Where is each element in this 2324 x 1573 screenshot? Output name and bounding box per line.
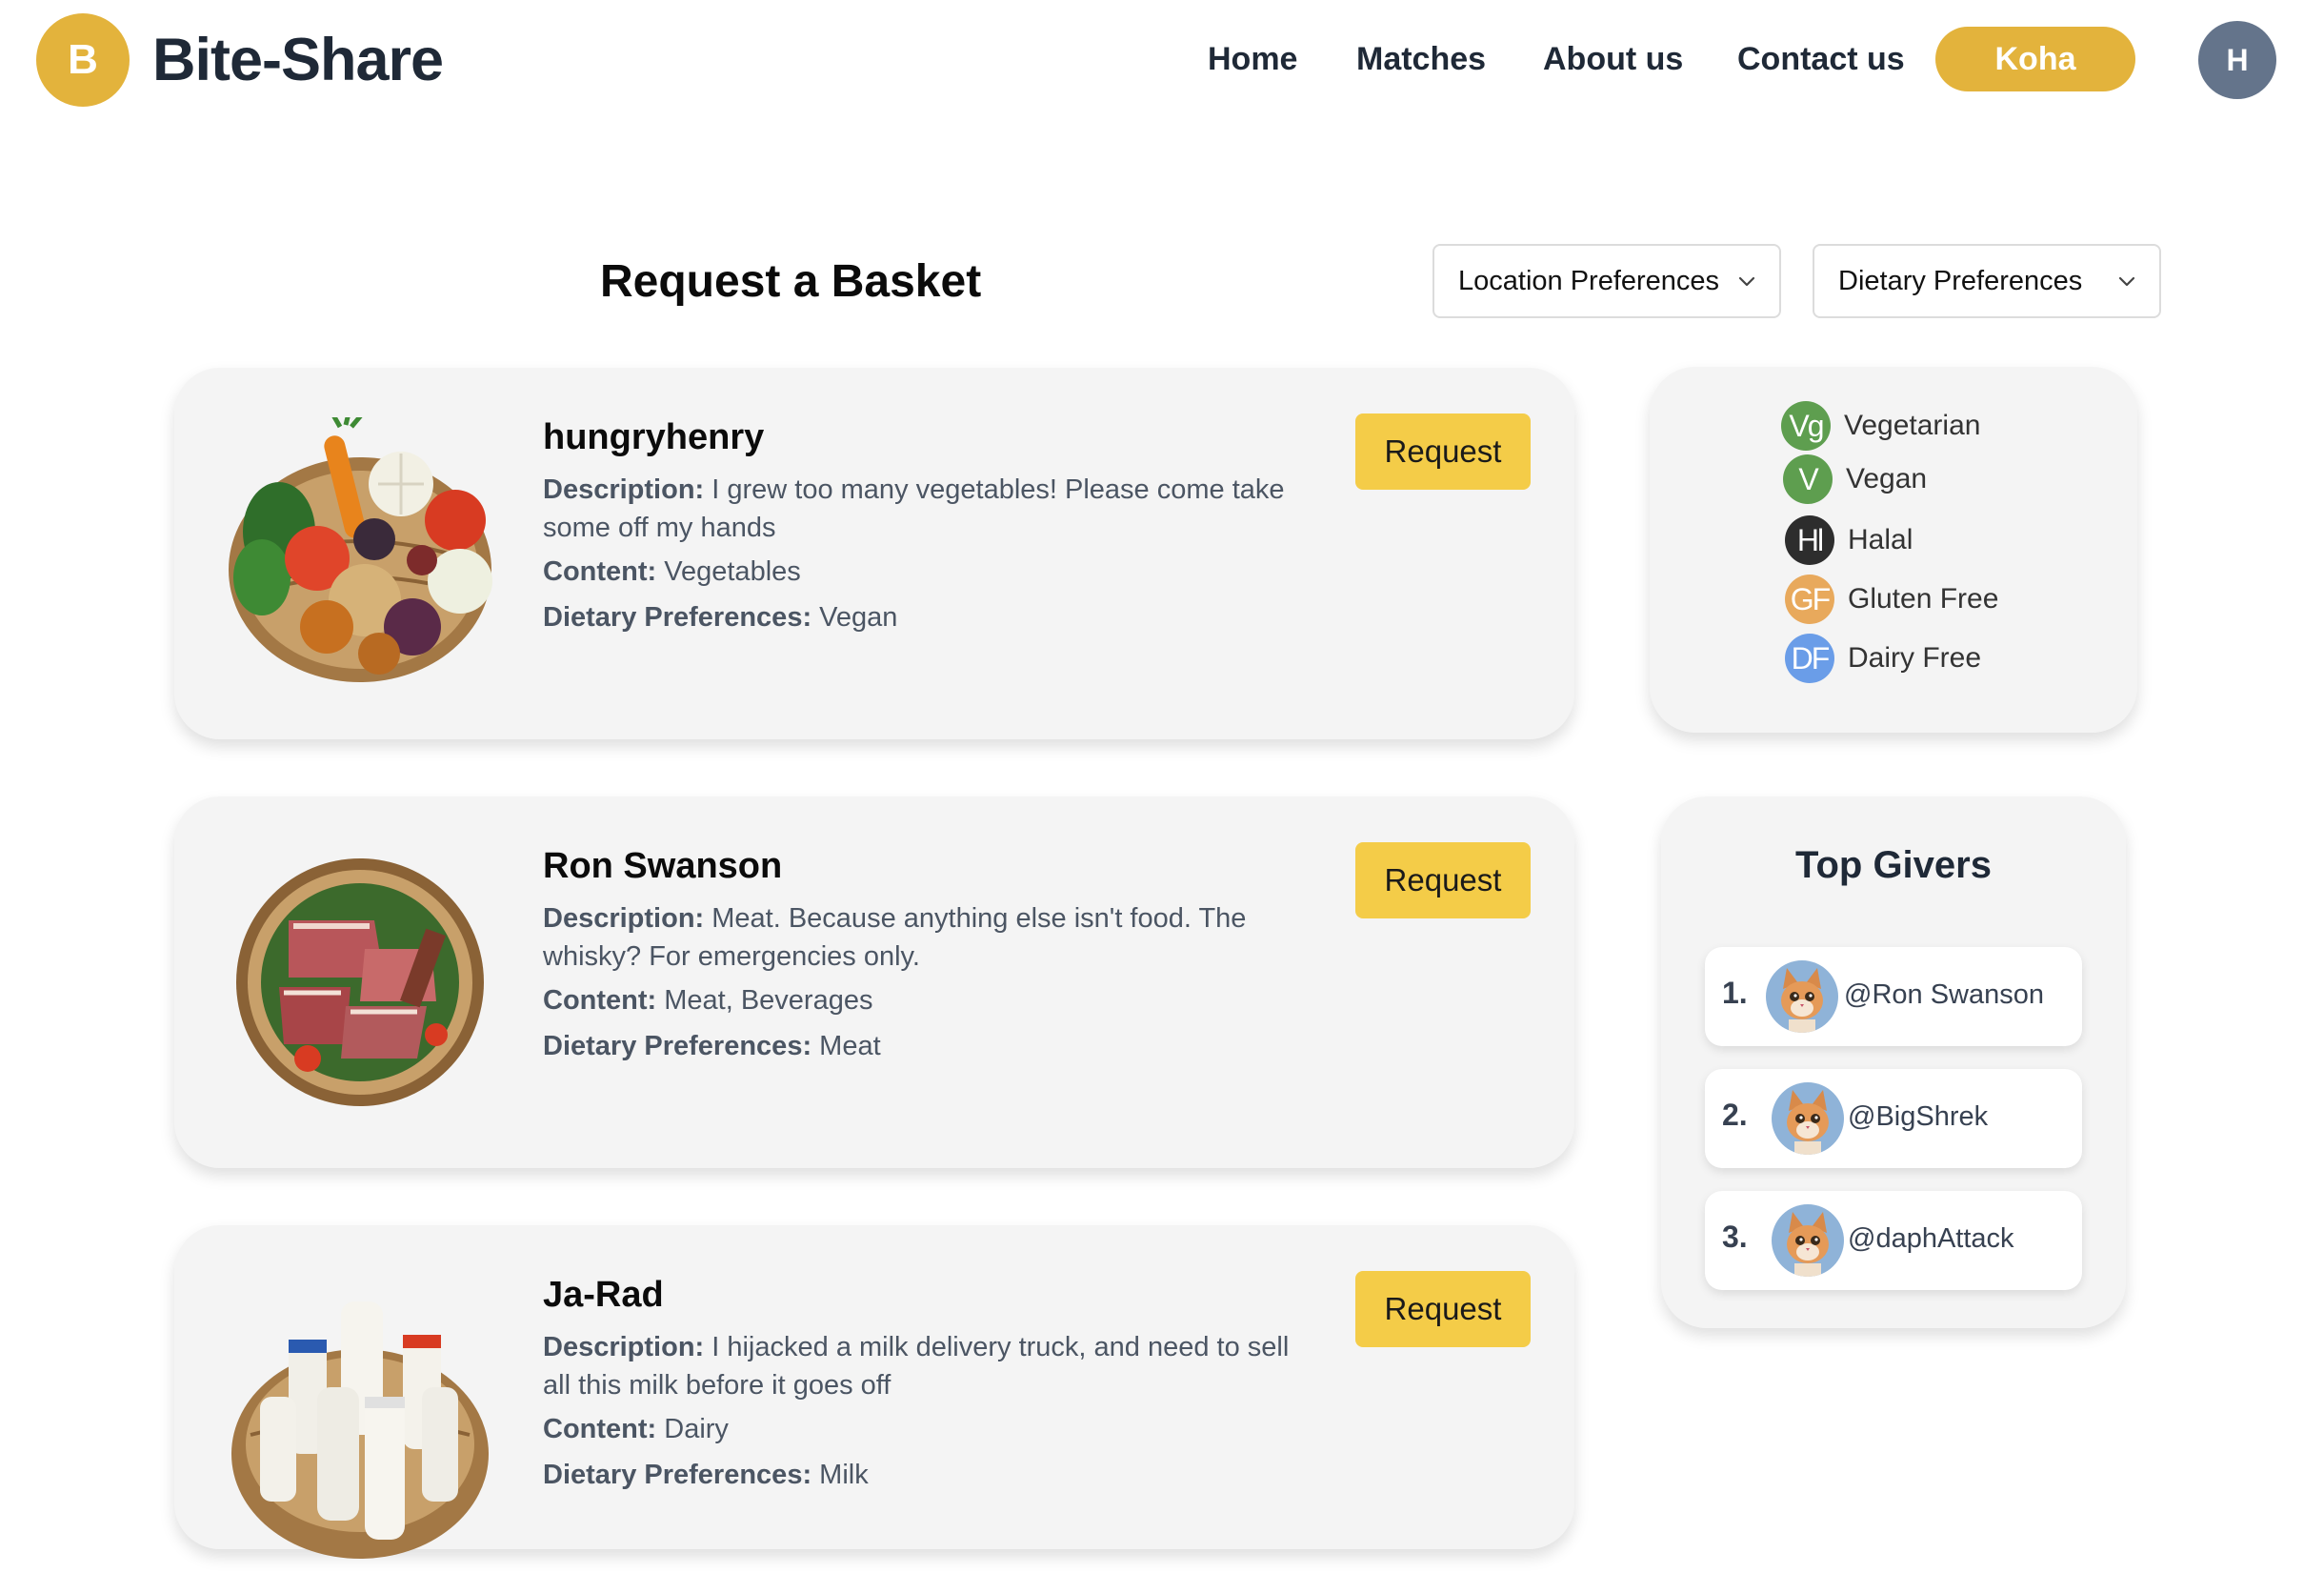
dietary-label: Dietary Preferences: [543, 1031, 812, 1061]
page-title: Request a Basket [600, 256, 982, 307]
dietary-value: Meat [819, 1031, 881, 1061]
top-givers-panel: Top Givers 1. @Ron Swanson 2. @BigShrek … [1661, 797, 2126, 1328]
basket-owner-name: hungryhenry [543, 417, 765, 457]
basket-dietary: Dietary Preferences: Vegan [543, 602, 897, 634]
giver-handle: @daphAttack [1848, 1223, 2014, 1254]
halal-badge-icon: Hl [1785, 515, 1834, 565]
description-label: Description: [543, 474, 705, 505]
brand-name[interactable]: Bite-Share [152, 25, 444, 95]
basket-owner-name: Ja-Rad [543, 1275, 664, 1315]
user-avatar[interactable]: H [2198, 21, 2276, 99]
dietary-label: Dietary Preferences: [543, 1460, 812, 1490]
nav-home[interactable]: Home [1208, 38, 1297, 80]
giver-rank: 2. [1722, 1098, 1748, 1132]
basket-description: Description: I hijacked a milk delivery … [543, 1328, 1324, 1404]
legend-item-vegan: V Vegan [1783, 454, 1927, 504]
basket-dietary: Dietary Preferences: Milk [543, 1460, 869, 1491]
chevron-down-icon [2115, 270, 2138, 292]
content-value: Meat, Beverages [664, 985, 873, 1016]
description-label: Description: [543, 1332, 705, 1362]
location-preferences-label: Location Preferences [1458, 265, 1720, 296]
legend-label: Halal [1848, 524, 1913, 555]
top-giver-item[interactable]: 3. @daphAttack [1705, 1191, 2082, 1290]
vegetarian-badge-icon: Vg [1781, 401, 1831, 451]
dietary-preferences-dropdown[interactable]: Dietary Preferences [1813, 244, 2161, 318]
top-giver-item[interactable]: 1. @Ron Swanson [1705, 947, 2082, 1046]
koha-button[interactable]: Koha [1935, 27, 2135, 91]
request-button[interactable]: Request [1355, 842, 1531, 918]
cat-avatar-icon [1772, 1204, 1844, 1277]
dietary-preferences-label: Dietary Preferences [1838, 265, 2083, 296]
dietary-value: Milk [819, 1460, 869, 1490]
giver-handle: @Ron Swanson [1844, 979, 2044, 1010]
dietary-label: Dietary Preferences: [543, 602, 812, 633]
basket-card: hungryhenry Description: I grew too many… [174, 368, 1574, 739]
content-label: Content: [543, 1414, 657, 1444]
top-giver-item[interactable]: 2. @BigShrek [1705, 1069, 2082, 1168]
basket-description: Description: Meat. Because anything else… [543, 899, 1324, 976]
request-button[interactable]: Request [1355, 1271, 1531, 1347]
legend-item-gluten-free: GF Gluten Free [1785, 575, 1998, 624]
basket-content: Content: Meat, Beverages [543, 985, 872, 1017]
basket-card: Ja-Rad Description: I hijacked a milk de… [174, 1225, 1574, 1559]
gluten-free-badge-icon: GF [1785, 575, 1834, 624]
basket-card: Ron Swanson Description: Meat. Because a… [174, 797, 1574, 1168]
description-label: Description: [543, 903, 705, 934]
nav-matches[interactable]: Matches [1356, 38, 1486, 80]
cat-avatar-icon [1766, 960, 1838, 1033]
basket-description: Description: I grew too many vegetables!… [543, 471, 1324, 547]
chevron-down-icon [1735, 270, 1758, 292]
content-label: Content: [543, 556, 657, 587]
legend-item-halal: Hl Halal [1785, 515, 1913, 565]
legend-label: Gluten Free [1848, 583, 1999, 615]
legend-item-vegetarian: Vg Vegetarian [1781, 401, 1980, 451]
basket-content: Content: Vegetables [543, 556, 801, 588]
location-preferences-dropdown[interactable]: Location Preferences [1432, 244, 1781, 318]
basket-dietary: Dietary Preferences: Meat [543, 1031, 881, 1062]
giver-rank: 3. [1722, 1220, 1748, 1254]
milk-basket-image [222, 1292, 498, 1568]
vegan-badge-icon: V [1783, 454, 1833, 504]
basket-owner-name: Ron Swanson [543, 846, 783, 886]
content-value: Vegetables [664, 556, 801, 587]
vegetable-basket-image [222, 409, 498, 694]
giver-handle: @BigShrek [1848, 1101, 1989, 1132]
legend-label: Vegan [1846, 463, 1928, 494]
request-button[interactable]: Request [1355, 413, 1531, 490]
meat-basket-image [222, 844, 498, 1120]
dietary-value: Vegan [819, 602, 898, 633]
basket-content: Content: Dairy [543, 1414, 729, 1445]
giver-rank: 1. [1722, 976, 1748, 1010]
cat-avatar-icon [1772, 1082, 1844, 1155]
top-givers-title: Top Givers [1795, 844, 1992, 886]
nav-about-us[interactable]: About us [1543, 38, 1683, 80]
dairy-free-badge-icon: DF [1785, 634, 1834, 683]
nav-contact-us[interactable]: Contact us [1737, 38, 1905, 80]
content-value: Dairy [664, 1414, 729, 1444]
dietary-legend: Vg Vegetarian V Vegan Hl Halal GF Gluten… [1650, 367, 2137, 733]
legend-label: Vegetarian [1844, 410, 1981, 441]
content-label: Content: [543, 985, 657, 1016]
logo-badge[interactable]: B [36, 13, 130, 107]
legend-item-dairy-free: DF Dairy Free [1785, 634, 1981, 683]
legend-label: Dairy Free [1848, 642, 1982, 674]
